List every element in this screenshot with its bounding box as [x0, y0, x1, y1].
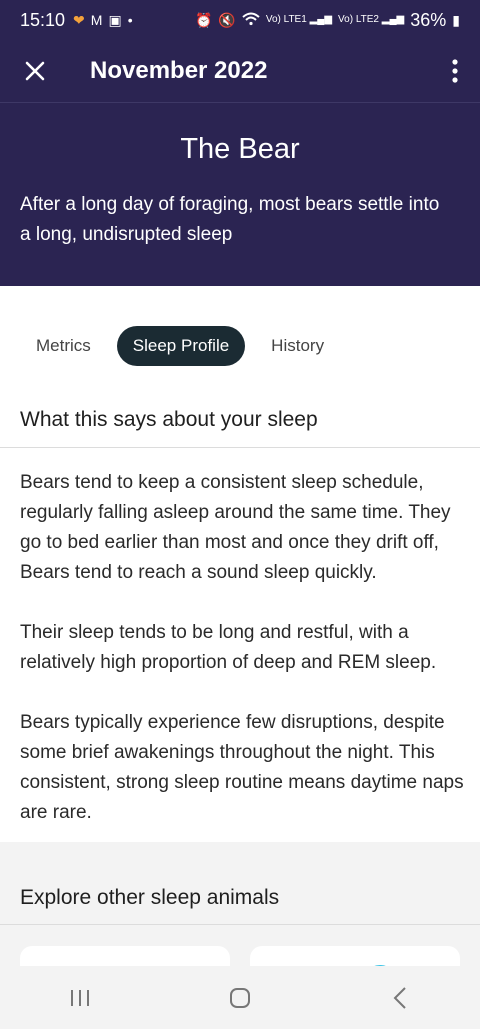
paragraph: Their sleep tends to be long and restful… [20, 622, 437, 673]
close-icon [25, 61, 45, 81]
signal-icon-2: Vo) LTE2 ▂▄▆ [338, 14, 405, 25]
home-button[interactable] [210, 978, 270, 1018]
mute-icon: 🔇 [218, 12, 236, 28]
section-divider [0, 447, 480, 448]
system-nav-bar [0, 966, 480, 1029]
wifi-icon [242, 12, 260, 28]
status-time: 15:10 [20, 9, 66, 30]
recent-apps-icon [71, 989, 89, 1006]
explore-divider [0, 924, 480, 925]
app-bar: November 2022 [0, 40, 480, 102]
image-icon: ▣ [108, 12, 122, 28]
explore-title: Explore other sleep animals [20, 886, 280, 909]
paragraph: Bears tend to keep a consistent sleep sc… [20, 472, 451, 583]
network-label-1: Vo) LTE1 [265, 14, 307, 25]
close-button[interactable] [0, 40, 70, 102]
network-label-2: Vo) LTE2 [338, 14, 379, 25]
battery-percent: 36% [410, 9, 447, 30]
sleep-description: Bears tend to keep a consistent sleep sc… [20, 468, 465, 858]
tab-sleep-profile[interactable]: Sleep Profile [116, 326, 246, 366]
alarm-icon: ⏰ [194, 12, 213, 28]
section-title: What this says about your sleep [20, 408, 318, 431]
animal-description: After a long day of foraging, most bears… [20, 194, 440, 245]
more-vert-icon [452, 59, 458, 83]
tab-bar: Metrics Sleep Profile History [20, 326, 340, 366]
hero-banner: The Bear After a long day of foraging, m… [0, 103, 480, 286]
status-bar: 15:10 ❤ M ▣ • ⏰ 🔇 Vo) LTE1 ▂▄▆ Vo) LTE2 … [0, 0, 480, 40]
recent-apps-button[interactable] [50, 978, 110, 1018]
dot-icon: • [127, 12, 133, 28]
tab-metrics[interactable]: Metrics [20, 326, 107, 366]
app-bar-title: November 2022 [90, 57, 268, 84]
more-options-button[interactable] [430, 40, 480, 102]
back-icon [393, 986, 406, 1009]
tab-history[interactable]: History [255, 326, 340, 366]
gmail-icon: M [90, 12, 103, 28]
paragraph: Bears typically experience few disruptio… [20, 712, 464, 823]
signal-icon-1: Vo) LTE1 ▂▄▆ [265, 14, 333, 25]
app-notification-icon: ❤ [73, 12, 85, 28]
battery-icon: ▮ [452, 12, 460, 28]
home-icon [230, 987, 250, 1008]
back-button[interactable] [370, 978, 430, 1018]
animal-title: The Bear [180, 133, 300, 165]
